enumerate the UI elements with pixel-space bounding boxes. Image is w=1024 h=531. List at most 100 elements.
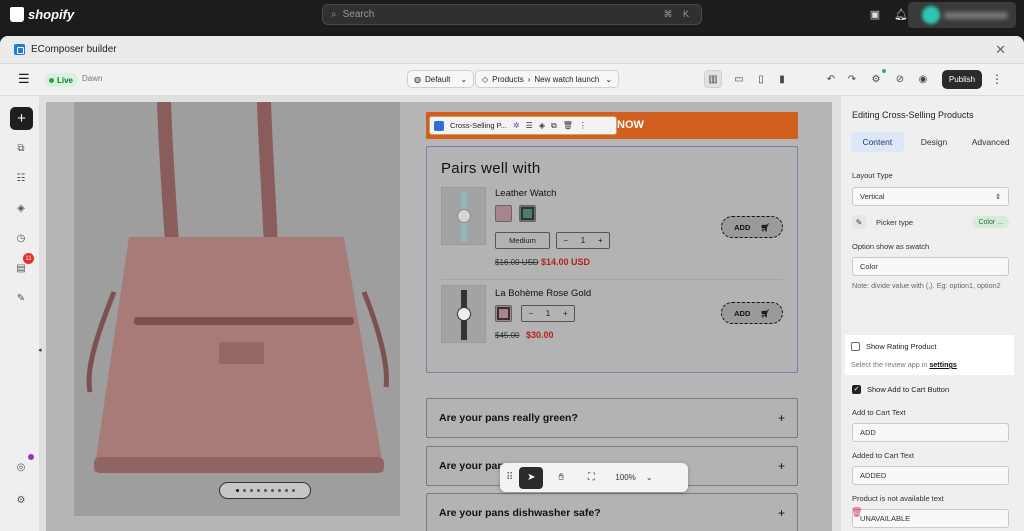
unavailable-text-input[interactable]: UNAVAILABLE	[852, 509, 1009, 528]
search-input[interactable]: ⌕ Search ⌘ K	[322, 4, 702, 25]
show-rating-checkbox[interactable]	[851, 342, 860, 351]
review-note-text: Select the review app in	[851, 360, 928, 369]
settings-link[interactable]: settings	[929, 360, 957, 369]
picker-type-label: Picker type	[876, 217, 914, 227]
show-add-to-cart-row[interactable]: ✓ Show Add to Cart Button	[852, 385, 949, 394]
picker-type-chip[interactable]: Color ...	[972, 216, 1009, 228]
layout-type-select[interactable]: Vertical ⇕	[852, 187, 1009, 206]
minus-icon[interactable]: −	[563, 236, 568, 245]
tab-design[interactable]: Design	[908, 132, 961, 152]
add-to-cart-button[interactable]: ADD 🛒︎	[721, 216, 783, 238]
bell-icon[interactable]: 🔔︎	[894, 8, 908, 22]
tablet-view-button[interactable]: ▯	[752, 70, 770, 88]
mobile-view-button[interactable]: ▮	[773, 70, 791, 88]
product-name[interactable]: La Bohème Rose Gold	[495, 288, 591, 299]
more-options-icon[interactable]: ⋮	[579, 121, 587, 130]
page-select[interactable]: ◇ Products › New watch launch ⌄	[475, 70, 620, 88]
shopify-logo[interactable]: shopify	[10, 7, 74, 22]
trash-icon[interactable]: 🗑︎	[563, 121, 573, 130]
layout-toggle-button[interactable]: ▥	[704, 70, 722, 88]
quantity-stepper[interactable]: − 1 +	[556, 232, 610, 249]
select-tool-button[interactable]: ➤	[519, 466, 544, 489]
settings-sliders-icon[interactable]: ⚙	[867, 68, 887, 88]
message-count-badge: 11	[23, 253, 34, 264]
delete-icon[interactable]: 🗑︎	[851, 507, 862, 518]
picker-type-row[interactable]: ✎ Picker type Color ...	[852, 213, 1009, 231]
collapse-left-icon[interactable]: ◂	[38, 346, 42, 354]
drag-handle-icon[interactable]: ⠿	[506, 472, 513, 483]
plus-icon: +	[777, 459, 785, 473]
avatar	[922, 6, 940, 24]
editor-canvas[interactable]: NOW Cross-Selling P... ✲ ☰ ◈ ⧉ 🗑︎ ⋮ Pair…	[40, 96, 840, 531]
add-to-cart-text-input[interactable]: ADD	[852, 423, 1009, 442]
fit-screen-button[interactable]: ⛶	[579, 467, 603, 489]
pairs-title: Pairs well with	[441, 160, 541, 177]
show-rating-checkbox-row[interactable]: Show Rating Product	[851, 342, 936, 351]
quantity-value: 1	[545, 309, 551, 318]
database-icon[interactable]: ◎	[12, 454, 34, 476]
quantity-stepper[interactable]: − 1 +	[521, 305, 575, 322]
search-replace-icon[interactable]: ⊘	[891, 70, 909, 88]
close-icon[interactable]: ✕	[995, 42, 1006, 58]
element-toolbar[interactable]: Cross-Selling P... ✲ ☰ ◈ ⧉ 🗑︎ ⋮	[429, 116, 617, 135]
layout-icon[interactable]: ☷	[12, 169, 30, 187]
layers-icon[interactable]: ◈	[12, 199, 30, 217]
panel-tabs: Content Design Advanced	[851, 132, 1017, 152]
minus-icon[interactable]: −	[528, 309, 533, 318]
faq-item[interactable]: Are your pans dishwasher safe? +	[426, 493, 798, 531]
swatch-input[interactable]: Color	[852, 257, 1009, 276]
plus-icon: +	[777, 411, 785, 425]
live-label: Live	[57, 75, 74, 85]
product-thumbnail[interactable]	[441, 187, 486, 245]
globe-icon: ◍	[414, 74, 421, 84]
product-thumbnail[interactable]	[441, 285, 486, 343]
layers-icon[interactable]: ◈	[539, 121, 545, 130]
undo-icon[interactable]: ↶	[822, 70, 840, 88]
integrations-icon[interactable]: ✎	[12, 289, 30, 307]
store-icon[interactable]: ▣	[868, 8, 882, 22]
redo-icon[interactable]: ↷	[843, 70, 861, 88]
desktop-view-button[interactable]: ▭	[730, 70, 748, 88]
faq-item[interactable]: Are your pans really green? +	[426, 398, 798, 438]
list-icon[interactable]: ☰	[526, 121, 533, 130]
user-menu[interactable]	[908, 2, 1016, 28]
messages-icon[interactable]: ▤ 11	[12, 253, 34, 277]
duplicate-icon[interactable]: ⧉	[551, 121, 557, 131]
pan-tool-button[interactable]: ✋︎	[549, 467, 573, 489]
product-name[interactable]: Leather Watch	[495, 188, 556, 199]
tab-content[interactable]: Content	[851, 132, 904, 152]
size-option-button[interactable]: Medium	[495, 232, 550, 249]
preview-eye-icon[interactable]: ◉	[914, 70, 932, 88]
zoom-select[interactable]: 100% ⌄	[609, 473, 652, 482]
add-element-button[interactable]: +	[10, 107, 33, 130]
history-icon[interactable]: ◷	[12, 229, 30, 247]
zoom-level: 100%	[615, 473, 636, 482]
product-image[interactable]	[74, 101, 400, 516]
shopify-topbar: shopify ⌕ Search ⌘ K ▣ 🔔︎	[0, 0, 1024, 33]
cross-selling-block[interactable]: Pairs well with Leather Watch Medium − 1…	[426, 146, 798, 373]
more-options-icon[interactable]: ⋮	[990, 70, 1004, 88]
menu-icon[interactable]: ☰	[18, 72, 32, 86]
magic-icon[interactable]: ✲	[513, 121, 520, 130]
add-to-cart-button[interactable]: ADD 🛒︎	[721, 302, 783, 324]
device-select[interactable]: ◍ Default ⌄	[407, 70, 475, 88]
left-rail: + ⧉ ☷ ◈ ◷ ▤ 11 ✎ ◎ ⚙	[0, 96, 40, 531]
theme-name: Dawn	[82, 74, 103, 83]
quantity-value: 1	[580, 236, 586, 245]
color-swatch-teal[interactable]	[519, 205, 536, 222]
breadcrumb-section: Products	[492, 74, 524, 84]
color-swatch-rose[interactable]	[495, 305, 512, 322]
plus-icon[interactable]: +	[563, 309, 568, 318]
compare-price: $16.00 USD	[495, 258, 539, 267]
chevron-down-icon: ⌄	[605, 74, 613, 84]
carousel-pagination[interactable]	[219, 482, 311, 499]
color-swatch-pink[interactable]	[495, 205, 512, 222]
gear-icon[interactable]: ⚙	[12, 491, 30, 509]
added-to-cart-text-input[interactable]: ADDED	[852, 466, 1009, 485]
publish-button[interactable]: Publish	[942, 70, 982, 89]
sections-icon[interactable]: ⧉	[12, 139, 30, 157]
plus-icon[interactable]: +	[598, 236, 603, 245]
page-preview: NOW Cross-Selling P... ✲ ☰ ◈ ⧉ 🗑︎ ⋮ Pair…	[46, 101, 832, 531]
tab-advanced[interactable]: Advanced	[964, 132, 1017, 152]
show-add-to-cart-checkbox[interactable]: ✓	[852, 385, 861, 394]
